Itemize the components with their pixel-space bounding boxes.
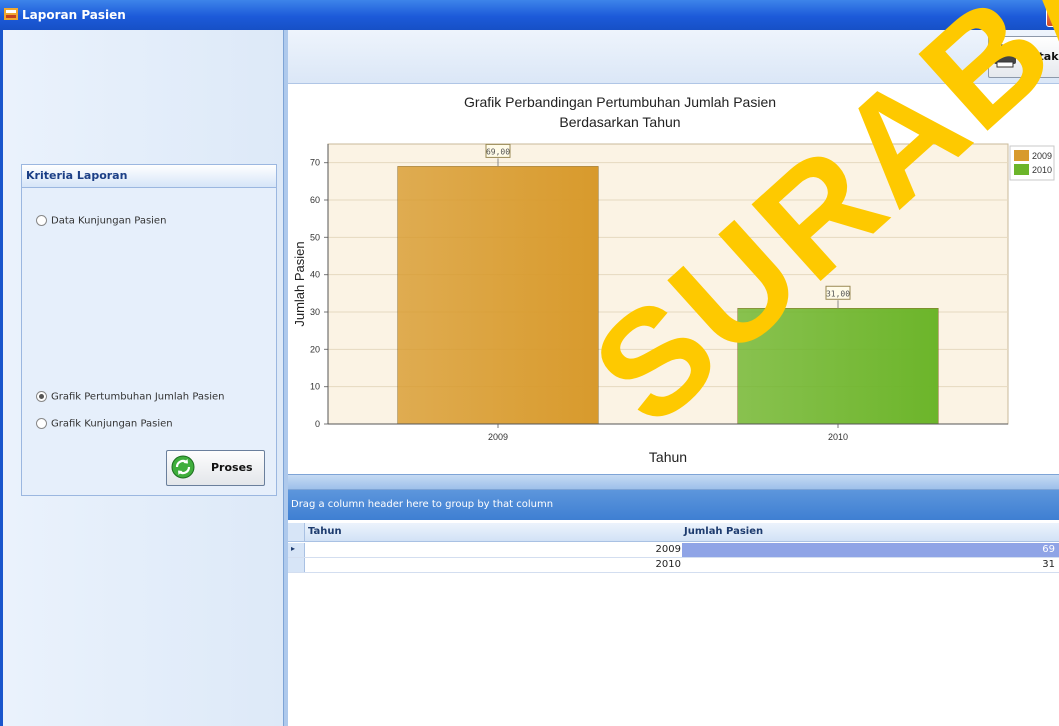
radio-grafik-kunjungan[interactable]: Grafik Kunjungan Pasien	[36, 418, 173, 430]
row-gutter	[288, 558, 305, 572]
app-icon	[4, 8, 18, 20]
close-button[interactable]: X	[1046, 6, 1059, 27]
radio-icon[interactable]	[36, 418, 47, 429]
radio-icon[interactable]	[36, 215, 47, 226]
proses-label: Proses	[211, 461, 253, 474]
y-tick-label: 20	[310, 344, 320, 354]
cetak-label: Cetak	[1023, 50, 1059, 63]
y-tick-label: 40	[310, 270, 320, 280]
y-tick-label: 30	[310, 307, 320, 317]
data-label: 31,00	[826, 289, 850, 298]
horizontal-splitter[interactable]	[288, 474, 1059, 490]
refresh-icon	[171, 455, 195, 479]
legend-label: 2010	[1032, 165, 1052, 175]
radio-grafik-pertumbuhan[interactable]: Grafik Pertumbuhan Jumlah Pasien	[36, 391, 225, 403]
column-header-tahun[interactable]: Tahun	[308, 526, 342, 537]
cell-jumlah-pasien[interactable]: 69	[682, 543, 1059, 557]
grid-header: Tahun Jumlah Pasien	[288, 523, 1059, 542]
cell-tahun[interactable]: 2009	[306, 543, 681, 557]
grid-header-gutter	[288, 523, 305, 541]
radio-data-kunjungan-pasien[interactable]: Data Kunjungan Pasien	[36, 215, 166, 227]
y-tick-label: 0	[315, 419, 320, 429]
cetak-button[interactable]: Cetak	[988, 36, 1059, 78]
group-by-hint: Drag a column header here to group by th…	[291, 499, 554, 510]
proses-button[interactable]: Proses	[166, 450, 265, 486]
y-tick-label: 70	[310, 158, 320, 168]
y-tick-label: 10	[310, 382, 320, 392]
radio-label: Data Kunjungan Pasien	[51, 215, 167, 227]
row-indicator-icon: ▸	[288, 543, 305, 557]
x-tick-label: 2009	[488, 432, 508, 442]
chart-title: Grafik Perbandingan Pertumbuhan Jumlah P…	[463, 94, 777, 110]
bar-2009	[397, 166, 599, 425]
cell-tahun[interactable]: 2010	[306, 558, 681, 572]
table-row[interactable]: ▸ 2009 69	[288, 543, 1059, 558]
close-icon: X	[1052, 9, 1059, 23]
bar-chart: 0 10 20 30 40 50 60 70 Jumlah Pasien 69,00 2009 31,…	[292, 143, 1055, 465]
radio-label: Grafik Pertumbuhan Jumlah Pasien	[51, 391, 225, 403]
chart-subtitle: Berdasarkan Tahun	[559, 114, 681, 130]
legend-swatch-2010	[1014, 164, 1029, 175]
y-tick-label: 60	[310, 195, 320, 205]
table-row[interactable]: 2010 31	[288, 558, 1059, 573]
radio-checked-icon[interactable]	[36, 391, 47, 402]
legend-swatch-2009	[1014, 150, 1029, 161]
y-axis-label: Jumlah Pasien	[292, 241, 307, 326]
radio-label: Grafik Kunjungan Pasien	[51, 418, 173, 430]
criteria-group: Kriteria Laporan	[21, 164, 277, 496]
y-tick-label: 50	[310, 232, 320, 242]
x-tick-label: 2010	[828, 432, 848, 442]
legend-label: 2009	[1032, 151, 1052, 161]
x-axis-label: Tahun	[649, 449, 687, 465]
bar-2010	[737, 308, 939, 425]
window-title: Laporan Pasien	[22, 8, 126, 22]
data-label: 69,00	[486, 147, 510, 156]
window-titlebar: Laporan Pasien X	[0, 0, 1059, 30]
cell-jumlah-pasien[interactable]: 31	[682, 558, 1059, 572]
group-by-panel[interactable]: Drag a column header here to group by th…	[288, 490, 1059, 520]
printer-icon	[994, 44, 1016, 68]
criteria-group-title: Kriteria Laporan	[22, 165, 276, 188]
column-header-jumlah-pasien[interactable]: Jumlah Pasien	[684, 526, 763, 537]
report-toolbar	[288, 30, 1059, 84]
chart-title-block: Grafik Perbandingan Pertumbuhan Jumlah P…	[300, 92, 940, 132]
